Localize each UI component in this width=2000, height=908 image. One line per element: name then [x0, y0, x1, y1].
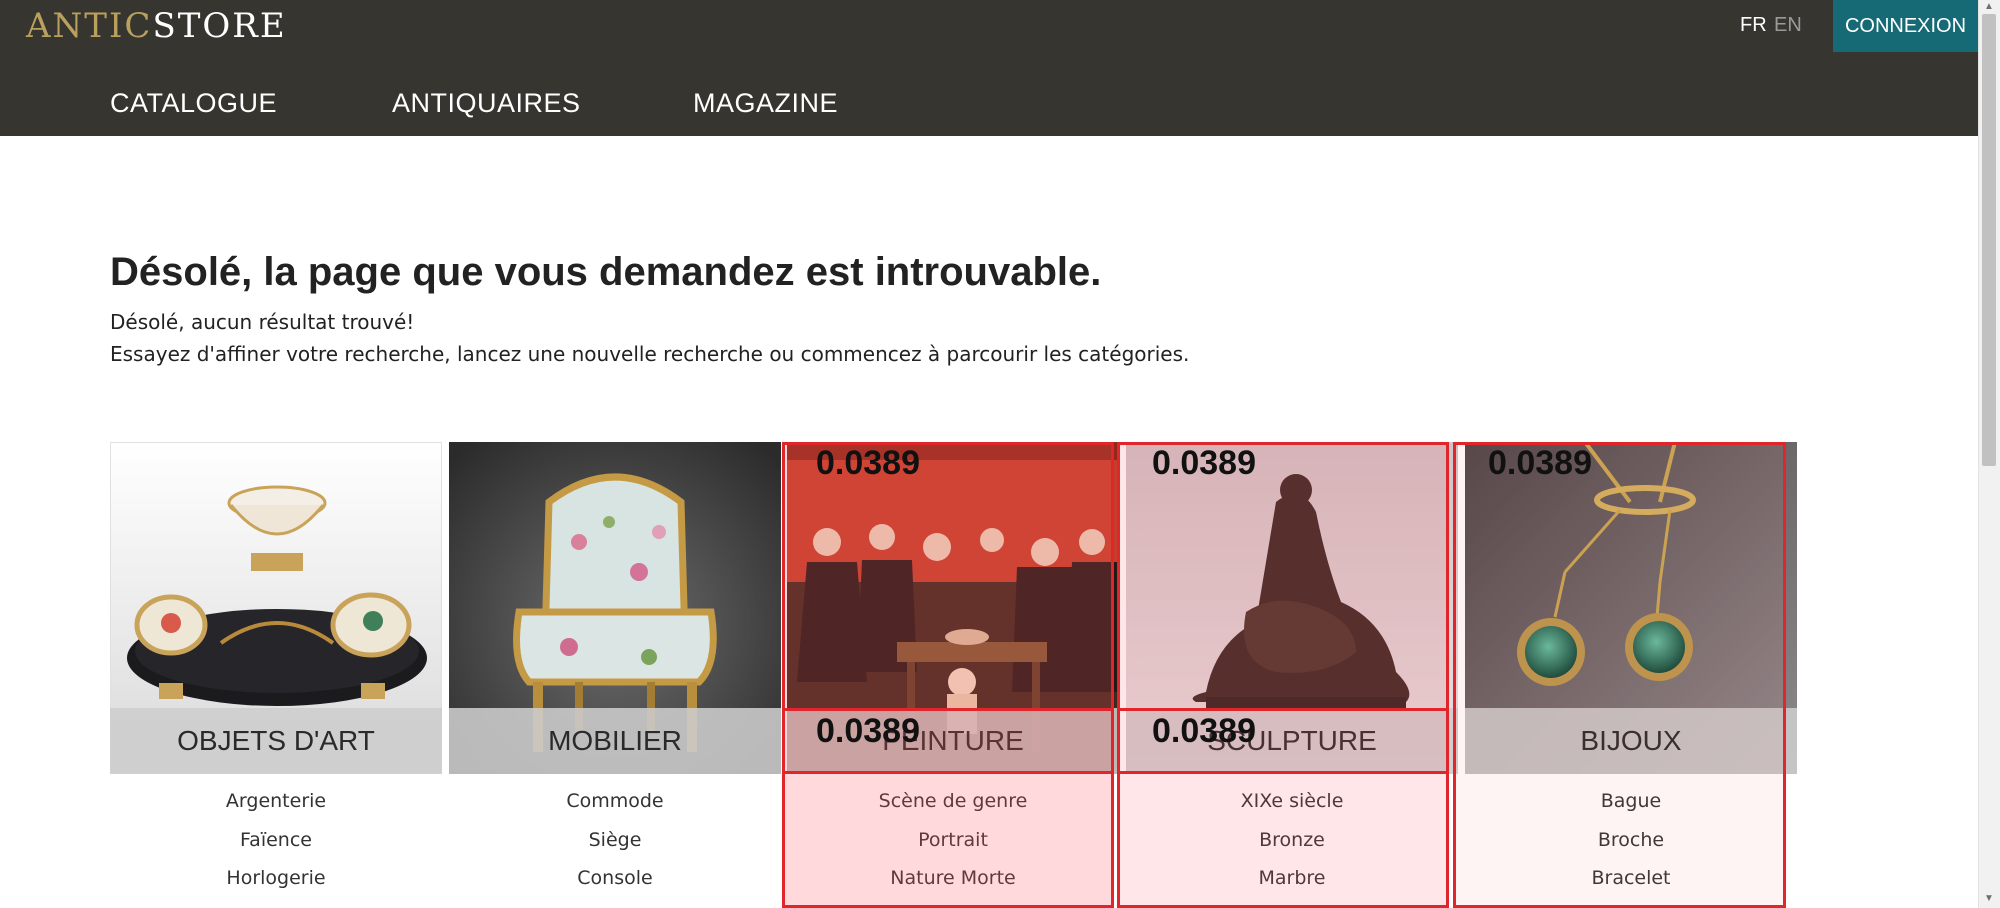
category-label-mobilier[interactable]: MOBILIER — [449, 708, 781, 774]
annotation-score: 0.0389 — [1152, 712, 1256, 750]
annotation-score: 0.0389 — [1488, 444, 1592, 482]
top-header: ANTICSTORE FR EN CONNEXION CATALOGUE ANT… — [0, 0, 1978, 136]
login-button[interactable]: CONNEXION — [1833, 0, 1978, 52]
lang-fr-link[interactable]: FR — [1740, 14, 1767, 37]
subcategory-link[interactable]: Faïence — [110, 829, 442, 851]
lang-en-link[interactable]: EN — [1774, 14, 1802, 37]
subcategory-link[interactable]: Siège — [449, 829, 781, 851]
annotation-box-sculpture — [1117, 442, 1449, 908]
subcategory-link[interactable]: Commode — [449, 790, 781, 812]
category-label-objets-d-art[interactable]: OBJETS D'ART — [110, 708, 442, 774]
no-result-text: Désolé, aucun résultat trouvé! — [110, 310, 415, 334]
subcategory-link[interactable]: Argenterie — [110, 790, 442, 812]
logo-store: STORE — [152, 6, 287, 46]
nav-magazine[interactable]: MAGAZINE — [693, 88, 838, 119]
scroll-down-arrow-icon[interactable]: ▼ — [1982, 894, 1996, 904]
annotation-score: 0.0389 — [1152, 444, 1256, 482]
site-logo[interactable]: ANTICSTORE — [26, 6, 287, 46]
scrollbar-thumb[interactable] — [1982, 14, 1996, 466]
nav-catalogue[interactable]: CATALOGUE — [110, 88, 277, 119]
scroll-up-arrow-icon[interactable]: ▲ — [1982, 2, 1996, 12]
nav-antiquaires[interactable]: ANTIQUAIRES — [392, 88, 581, 119]
subcategory-link[interactable]: Console — [449, 867, 781, 889]
page-title: Désolé, la page que vous demandez est in… — [110, 250, 1102, 294]
category-card-objets-d-art[interactable]: OBJETS D'ART Argenterie Faïence Horloger… — [110, 442, 442, 908]
category-card-mobilier[interactable]: MOBILIER Commode Siège Console — [449, 442, 781, 908]
hint-text: Essayez d'affiner votre recherche, lance… — [110, 342, 1190, 366]
subcategory-link[interactable]: Horlogerie — [110, 867, 442, 889]
annotation-box-peinture — [782, 442, 1114, 908]
annotation-score: 0.0389 — [816, 712, 920, 750]
annotation-score: 0.0389 — [816, 444, 920, 482]
annotation-box-bijoux — [1453, 442, 1786, 908]
logo-antic: ANTIC — [26, 6, 153, 46]
